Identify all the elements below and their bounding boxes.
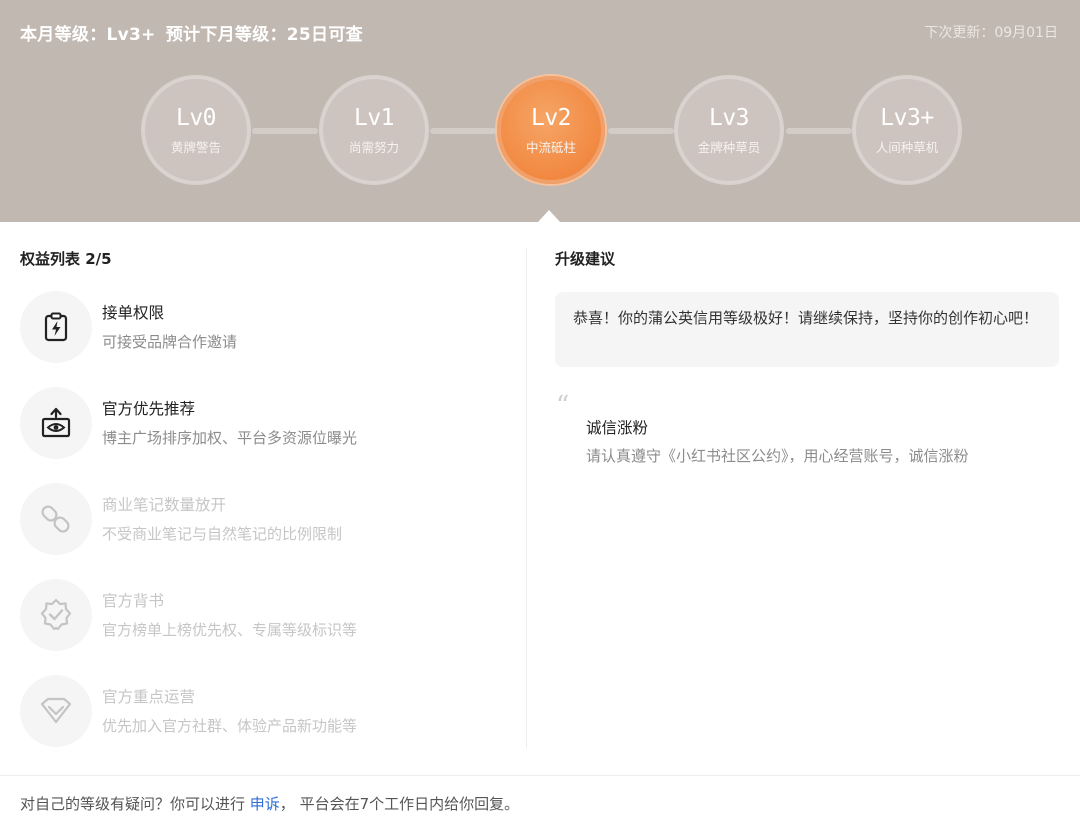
benefit-item: 官方优先推荐 博主广场排序加权、平台多资源位曝光 — [20, 387, 500, 461]
benefit-item-locked: 官方重点运营 优先加入官方社群、体验产品新功能等 — [20, 675, 500, 749]
benefit-item: 接单权限 可接受品牌合作邀请 — [20, 291, 500, 365]
appeal-footer: 对自己的等级有疑问？你可以进行 申诉， 平台会在7个工作日内给你回复。 — [20, 793, 519, 814]
level-name: Lv1 — [353, 104, 395, 131]
level-title: 金牌种草员 — [697, 139, 761, 155]
level-track: Lv0 黄牌警告 Lv1 尚需努力 Lv2 中流砥柱 Lv3 金牌种草员 Lv3… — [0, 0, 1080, 222]
appeal-suffix-text: ， 平台会在7个工作日内给你回复。 — [279, 795, 520, 813]
level-lv3-plus: Lv3+ 人间种草机 — [853, 76, 961, 184]
clipboard-bolt-icon — [20, 291, 92, 363]
level-title: 尚需努力 — [348, 139, 399, 155]
benefit-item-locked: 官方背书 官方榜单上榜优先权、专属等级标识等 — [20, 579, 500, 653]
level-connector — [430, 128, 496, 134]
eye-upload-icon — [20, 387, 92, 459]
footer-divider — [0, 775, 1080, 776]
benefit-name: 官方背书 — [102, 592, 165, 610]
benefit-desc: 优先加入官方社群、体验产品新功能等 — [102, 717, 358, 735]
suggestion-item-name: 诚信涨粉 — [586, 419, 649, 437]
benefit-desc: 博主广场排序加权、平台多资源位曝光 — [102, 429, 358, 447]
level-connector — [252, 128, 318, 134]
benefit-desc: 不受商业笔记与自然笔记的比例限制 — [102, 525, 343, 543]
suggestion-item-desc: 请认真遵守《小红书社区公约》，用心经营账号，诚信涨粉 — [586, 447, 969, 465]
congrats-tip-box: 恭喜！你的蒲公英信用等级极好！请继续保持，坚持你的创作初心吧！ — [555, 292, 1059, 367]
level-name: Lv0 — [175, 104, 217, 131]
level-lv0: Lv0 黄牌警告 — [142, 76, 250, 184]
level-title: 人间种草机 — [875, 139, 939, 155]
benefit-desc: 可接受品牌合作邀请 — [102, 333, 238, 351]
benefit-name: 接单权限 — [102, 304, 165, 322]
diamond-icon — [20, 675, 92, 747]
level-connector — [786, 128, 852, 134]
level-lv1: Lv1 尚需努力 — [320, 76, 428, 184]
benefit-item-locked: 商业笔记数量放开 不受商业笔记与自然笔记的比例限制 — [20, 483, 500, 557]
appeal-link[interactable]: 申诉 — [250, 795, 280, 813]
level-lv3: Lv3 金牌种草员 — [675, 76, 783, 184]
level-title: 黄牌警告 — [170, 139, 221, 155]
level-lv2-current: Lv2 中流砥柱 — [497, 76, 605, 184]
verified-badge-icon — [20, 579, 92, 651]
benefit-name: 官方优先推荐 — [102, 400, 196, 418]
benefit-desc: 官方榜单上榜优先权、专属等级标识等 — [102, 621, 358, 639]
level-name: Lv2 — [530, 104, 572, 131]
level-title: 中流砥柱 — [525, 139, 576, 155]
suggestion-title: 升级建议 — [555, 250, 616, 268]
benefit-name: 商业笔记数量放开 — [102, 496, 227, 514]
appeal-prefix-text: 对自己的等级有疑问？你可以进行 — [20, 795, 250, 813]
benefits-title: 权益列表 2/5 — [20, 250, 112, 268]
current-level-pointer — [538, 210, 560, 222]
link-icon — [20, 483, 92, 555]
congrats-tip-text: 恭喜！你的蒲公英信用等级极好！请继续保持，坚持你的创作初心吧！ — [573, 309, 1039, 327]
level-header: 本月等级：Lv3+ 预计下月等级：25日可查 下次更新：09月01日 Lv0 黄牌… — [0, 0, 1080, 222]
column-divider — [526, 248, 527, 748]
level-name: Lv3 — [708, 104, 750, 131]
quote-mark-icon: “ — [556, 391, 570, 421]
level-connector — [608, 128, 674, 134]
benefit-name: 官方重点运营 — [102, 688, 196, 706]
level-name: Lv3+ — [880, 104, 934, 131]
